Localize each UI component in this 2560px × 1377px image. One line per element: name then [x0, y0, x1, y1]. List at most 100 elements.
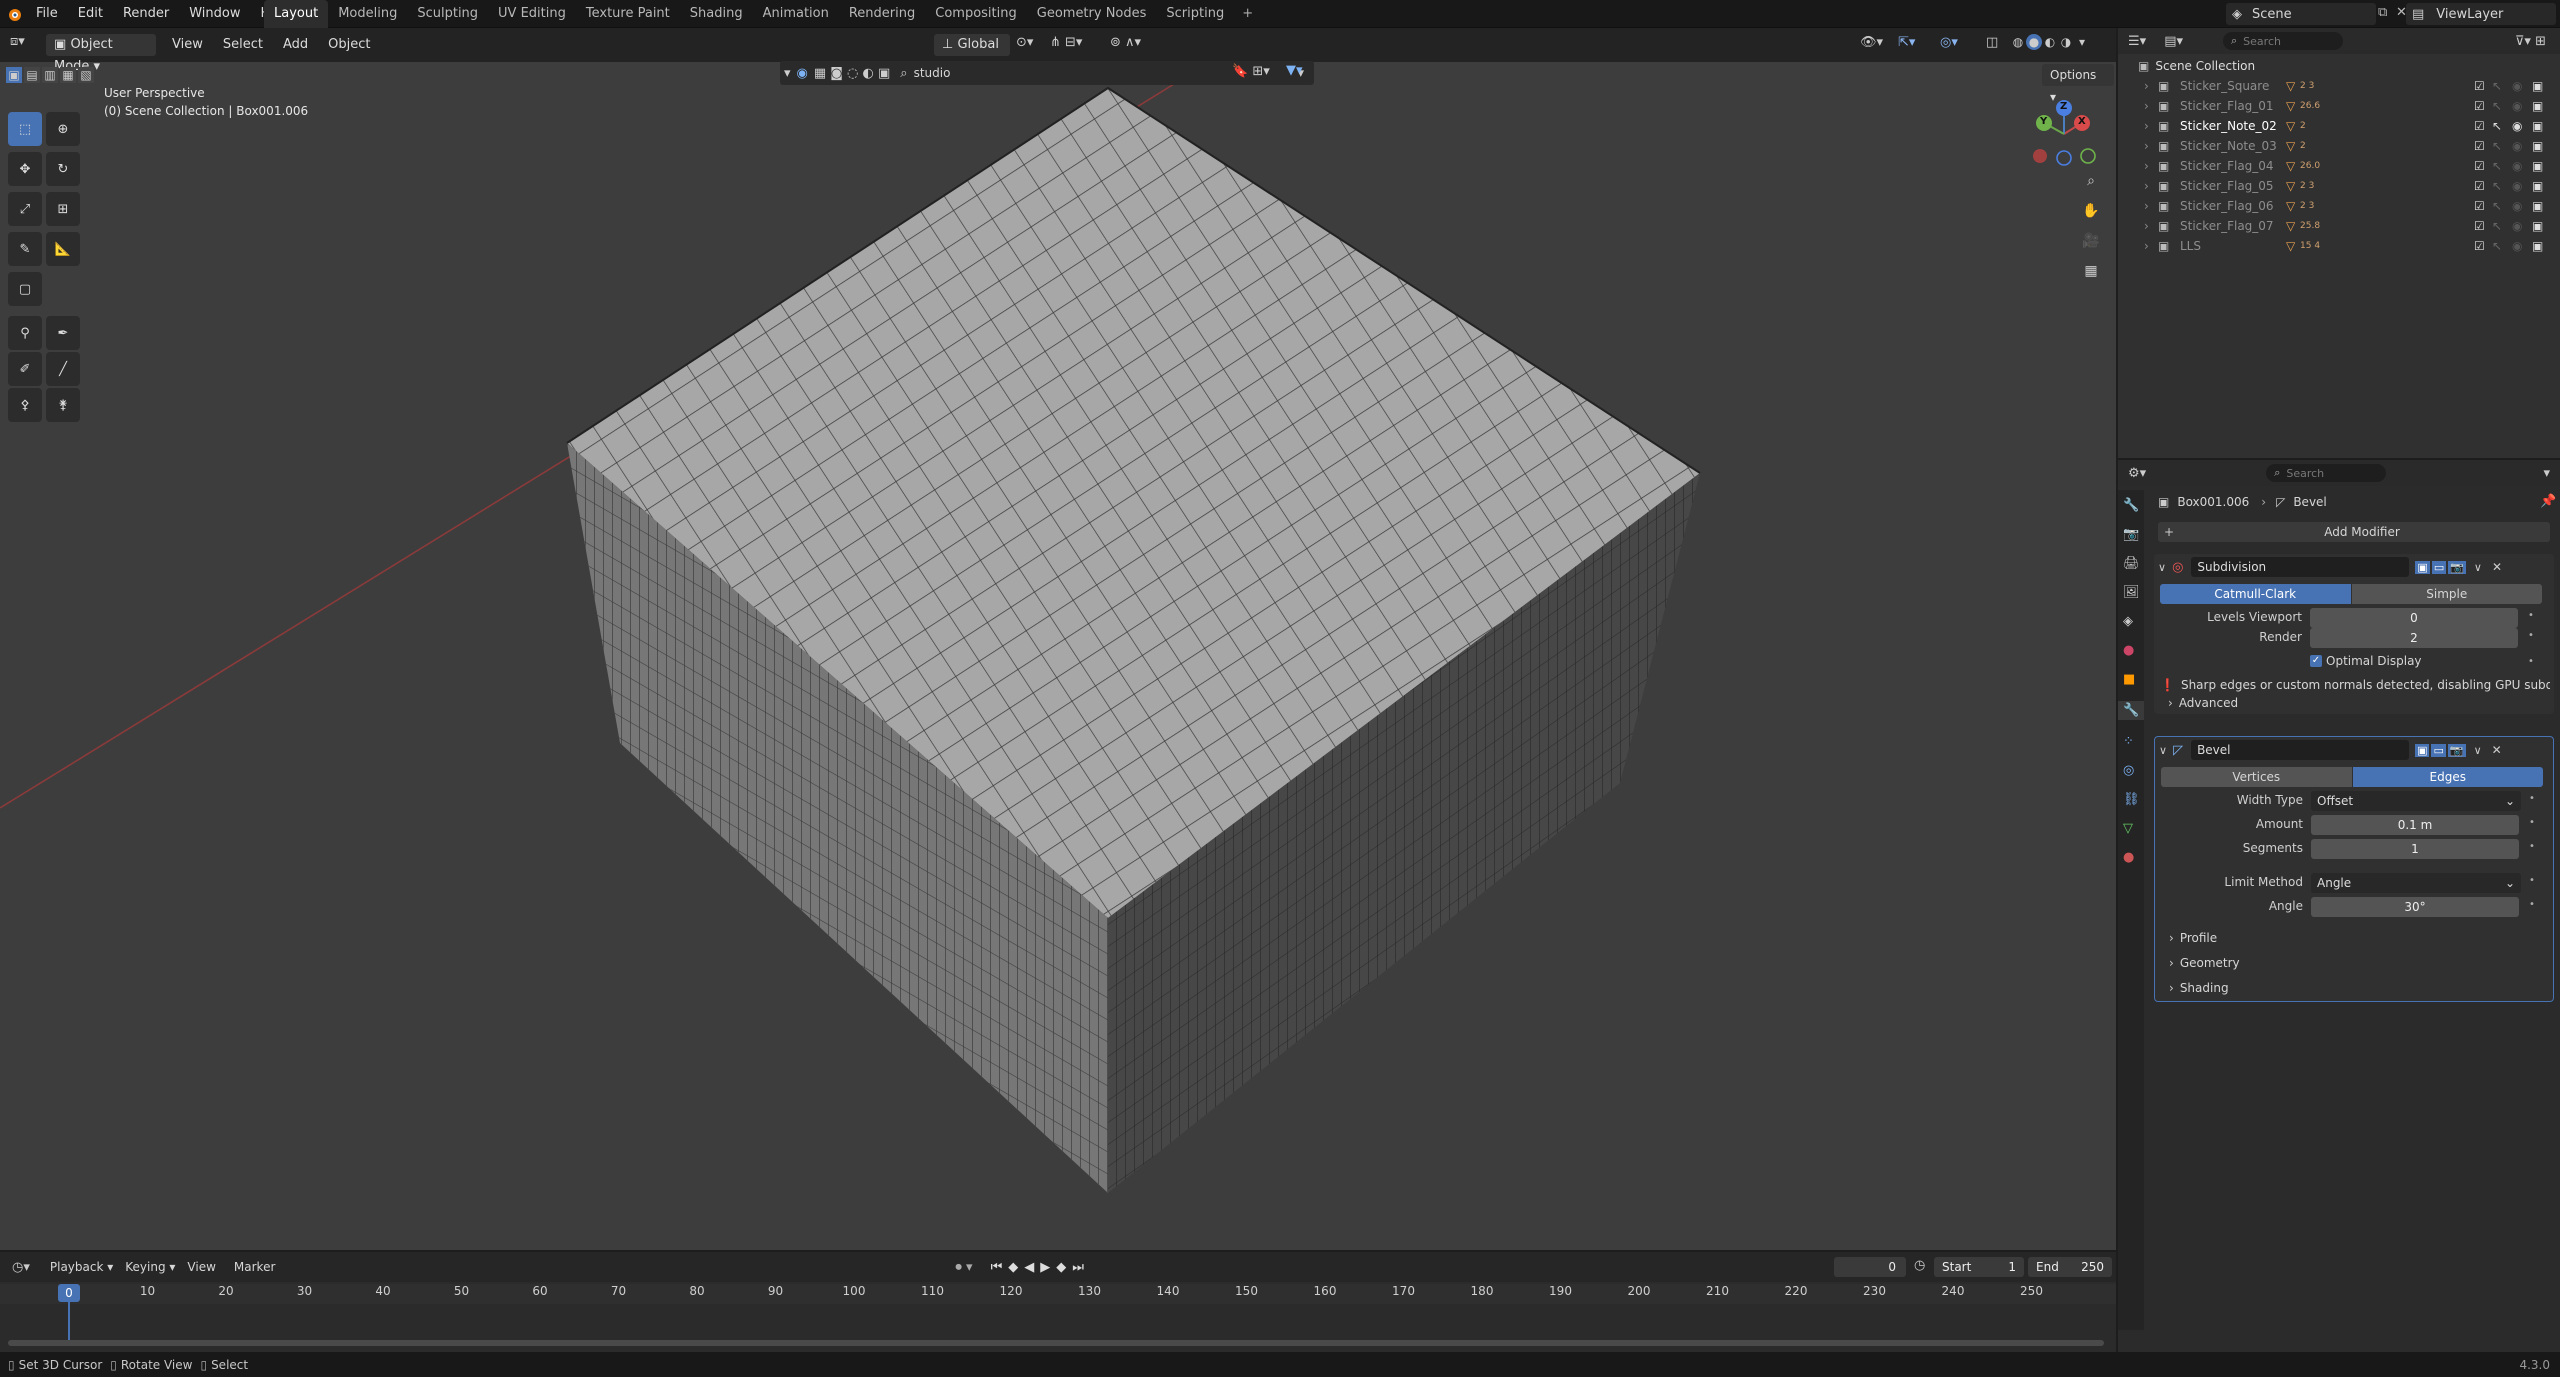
outliner-item[interactable]: › ▣ LLS ▽ 15 4 ☑ ↖ ◉ ▣	[2118, 236, 2560, 256]
render-toggle-icon[interactable]: 📷	[2447, 743, 2466, 757]
matcap-icon[interactable]: ▦ ◙ ◌ ◐ ▣	[814, 66, 890, 81]
pan-hand-icon[interactable]: ✋	[2078, 198, 2104, 224]
scene-selector[interactable]: ◈ Scene	[2226, 3, 2376, 25]
outliner-item[interactable]: › ▣ Sticker_Flag_06 ▽ 2 3 ☑ ↖ ◉ ▣	[2118, 196, 2560, 216]
shading-options-icon[interactable]: ▾	[2074, 34, 2090, 50]
menu-select[interactable]: Select	[213, 28, 273, 62]
select-arrow-icon[interactable]: ↖	[2492, 196, 2502, 216]
eye-icon[interactable]: ◉	[2512, 176, 2522, 196]
exclude-checkbox-icon[interactable]: ☑	[2474, 156, 2485, 176]
dropdown-icon[interactable]: ∨	[2474, 744, 2482, 757]
add-workspace-button[interactable]: +	[1234, 0, 1261, 28]
measure-tool-icon[interactable]: 📐	[46, 232, 80, 266]
new-scene-icon[interactable]: ⧉	[2378, 5, 2387, 20]
select-box-tool-icon[interactable]: ⬚	[8, 112, 42, 146]
scene-collection-row[interactable]: ▣ Scene Collection	[2138, 56, 2255, 76]
proportional-edit-icon[interactable]: ⊚ ∧▾	[1110, 35, 1141, 50]
expand-arrow-icon[interactable]: ›	[2144, 216, 2149, 236]
camera-icon[interactable]: ▣	[2532, 116, 2543, 136]
tab-geometry-nodes[interactable]: Geometry Nodes	[1027, 0, 1157, 28]
camera-icon[interactable]: ▣	[2532, 76, 2543, 96]
outliner-item[interactable]: › ▣ Sticker_Flag_01 ▽ 26.6 ☑ ↖ ◉ ▣	[2118, 96, 2560, 116]
exclude-checkbox-icon[interactable]: ☑	[2474, 96, 2485, 116]
move-tool-icon[interactable]: ✥	[8, 152, 42, 186]
transform-tool-icon[interactable]: ⊞	[46, 192, 80, 226]
material-shading-icon[interactable]: ◐	[2042, 34, 2058, 50]
menu-add[interactable]: Add	[273, 28, 318, 62]
exclude-checkbox-icon[interactable]: ☑	[2474, 176, 2485, 196]
viewlayer-selector[interactable]: ▤ ViewLayer	[2406, 3, 2556, 25]
world-tab-icon[interactable]: ●	[2123, 643, 2139, 658]
menu-object[interactable]: Object	[318, 28, 380, 62]
exclude-checkbox-icon[interactable]: ☑	[2474, 136, 2485, 156]
outliner-editor-icon[interactable]: ☰▾	[2128, 34, 2146, 49]
keyframe-dot-icon[interactable]: •	[2529, 841, 2535, 852]
select-arrow-icon[interactable]: ↖	[2492, 136, 2502, 156]
filter-icon[interactable]: ⊽▾ ⊞	[2515, 34, 2546, 49]
prev-keyframe-icon[interactable]: ◆	[1008, 1260, 1024, 1275]
edges-button[interactable]: Edges	[2352, 767, 2543, 787]
select-arrow-icon[interactable]: ↖	[2492, 76, 2502, 96]
start-frame-field[interactable]: Start 1	[1934, 1257, 2024, 1277]
keyframe-dot-icon[interactable]: •	[2529, 875, 2535, 886]
output-tab-icon[interactable]: 🖨	[2123, 556, 2140, 571]
select-arrow-icon[interactable]: ↖	[2492, 236, 2502, 256]
physics-tab-icon[interactable]: ◎	[2123, 763, 2139, 778]
expand-arrow-icon[interactable]: ›	[2144, 116, 2149, 136]
shading-subpanel[interactable]: › Shading	[2169, 981, 2229, 995]
menu-file[interactable]: File	[26, 0, 68, 28]
segments-field[interactable]: 1	[2311, 839, 2519, 859]
outliner-item[interactable]: › ▣ Sticker_Square ▽ 2 3 ☑ ↖ ◉ ▣	[2118, 76, 2560, 96]
select-subtract-icon[interactable]: ▥	[42, 67, 58, 83]
gizmo-toggle-icon[interactable]: ⇱▾	[1898, 35, 1915, 50]
pen-tool-icon[interactable]: ✒	[46, 316, 80, 350]
outliner-item[interactable]: › ▣ Sticker_Note_03 ▽ 2 ☑ ↖ ◉ ▣	[2118, 136, 2560, 156]
tab-rendering[interactable]: Rendering	[839, 0, 925, 28]
editor-type-icon[interactable]: ⧈▾	[10, 34, 25, 49]
lighting-icon[interactable]: ▾	[784, 66, 791, 81]
camera-icon[interactable]: ▣	[2532, 136, 2543, 156]
collapse-chevron-icon[interactable]: ∨	[2159, 744, 2167, 757]
simple-button[interactable]: Simple	[2351, 584, 2542, 604]
properties-search-field[interactable]: ⌕ Search	[2266, 464, 2387, 482]
menu-edit[interactable]: Edit	[68, 0, 113, 28]
properties-editor-icon[interactable]: ⚙▾	[2128, 466, 2146, 481]
bone-tool-icon[interactable]: ⚴	[8, 388, 42, 422]
menu-marker[interactable]: Marker	[234, 1260, 275, 1274]
data-tab-icon[interactable]: ▽	[2123, 821, 2139, 836]
eye-icon[interactable]: ◉	[2512, 196, 2522, 216]
scene-tab-icon[interactable]: ◈	[2123, 614, 2139, 629]
view-layer-tab-icon[interactable]: 🖼	[2123, 585, 2140, 600]
line-tool-icon[interactable]: ╱	[46, 352, 80, 386]
solid-shading-icon[interactable]: ●	[2026, 34, 2042, 50]
jump-end-icon[interactable]: ⏭	[1072, 1260, 1090, 1275]
keyframe-dot-icon[interactable]: •	[2528, 630, 2534, 641]
camera-icon[interactable]: ▣	[2532, 216, 2543, 236]
expand-arrow-icon[interactable]: ›	[2144, 236, 2149, 256]
eye-icon[interactable]: ◉	[2512, 96, 2522, 116]
width-type-dropdown[interactable]: Offset ⌄	[2311, 791, 2521, 811]
clock-icon[interactable]: ◷	[1914, 1258, 1925, 1273]
keyframe-dot-icon[interactable]: •	[2529, 793, 2535, 804]
eye-icon[interactable]: ◉	[2512, 156, 2522, 176]
auto-keying-icon[interactable]: ⏺ ▾	[955, 1260, 972, 1275]
tab-uv-editing[interactable]: UV Editing	[488, 0, 576, 28]
edit-mode-toggle-icon[interactable]: ▣	[2415, 743, 2430, 757]
expand-arrow-icon[interactable]: ›	[2144, 176, 2149, 196]
tab-layout[interactable]: Layout	[264, 0, 329, 28]
camera-icon[interactable]: ▣	[2532, 96, 2543, 116]
camera-icon[interactable]: ▣	[2532, 176, 2543, 196]
close-icon[interactable]: ✕	[2492, 743, 2502, 757]
navigation-gizmo[interactable]: X Z Y	[2026, 96, 2096, 166]
tool-tab-icon[interactable]: 🔧	[2123, 498, 2139, 513]
eye-icon[interactable]: ◉	[2512, 116, 2522, 136]
menu-keying[interactable]: Keying ▾	[125, 1260, 175, 1274]
rendered-shading-icon[interactable]: ◑	[2058, 34, 2074, 50]
viewport-toggle-icon[interactable]: ▭	[2431, 743, 2446, 757]
amount-field[interactable]: 0.1 m	[2311, 815, 2519, 835]
keyframe-dot-icon[interactable]: •	[2529, 817, 2535, 828]
pin-icon[interactable]: 📌	[2540, 494, 2556, 509]
camera-icon[interactable]: ▣	[2532, 156, 2543, 176]
vertices-button[interactable]: Vertices	[2161, 767, 2352, 787]
select-arrow-icon[interactable]: ↖	[2492, 216, 2502, 236]
